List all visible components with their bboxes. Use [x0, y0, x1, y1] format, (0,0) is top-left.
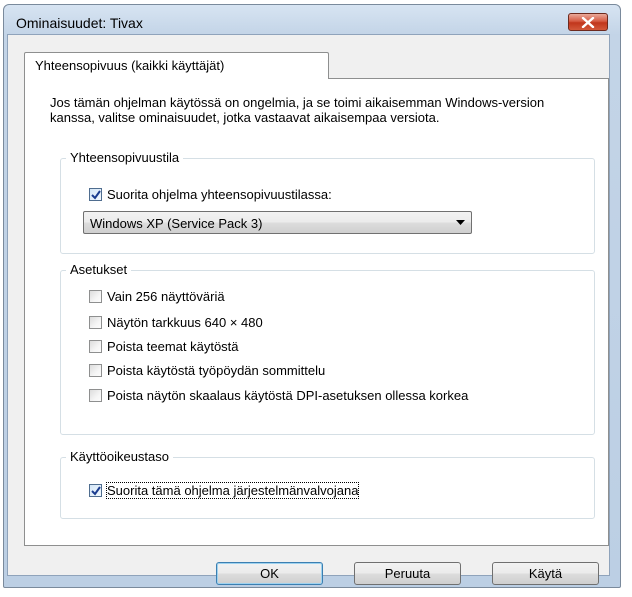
- compat-mode-checkbox-row[interactable]: Suorita ohjelma yhteensopivuustilassa:: [89, 187, 332, 202]
- compat-mode-group: [60, 158, 595, 254]
- run-as-admin-checkbox-row[interactable]: Suorita tämä ohjelma järjestelmänvalvoja…: [89, 482, 360, 499]
- compat-mode-checkbox-label: Suorita ohjelma yhteensopivuustilassa:: [107, 187, 332, 202]
- option-disable-themes[interactable]: Poista teemat käytöstä: [89, 339, 239, 354]
- description-text: Jos tämän ohjelman käytössä on ongelmia,…: [50, 95, 545, 125]
- option-disable-composition-label: Poista käytöstä työpöydän sommittelu: [107, 363, 326, 378]
- window-title: Ominaisuudet: Tivax: [16, 15, 143, 31]
- option-disable-themes-label: Poista teemat käytöstä: [107, 339, 239, 354]
- option-256-colors-label: Vain 256 näyttöväriä: [107, 289, 225, 304]
- apply-button[interactable]: Käytä: [492, 562, 599, 585]
- checkmark-icon: [91, 190, 101, 200]
- ok-button[interactable]: OK: [216, 562, 323, 585]
- tab-compatibility[interactable]: Yhteensopivuus (kaikki käyttäjät): [24, 52, 329, 79]
- cancel-button[interactable]: Peruuta: [354, 562, 461, 585]
- option-resolution-640-checkbox[interactable]: [89, 316, 102, 329]
- close-icon: [581, 16, 595, 28]
- option-disable-themes-checkbox[interactable]: [89, 340, 102, 353]
- compat-mode-checkbox[interactable]: [89, 188, 102, 201]
- compat-mode-group-label: Yhteensopivuustila: [66, 150, 184, 165]
- settings-group-label: Asetukset: [66, 262, 132, 277]
- option-256-colors[interactable]: Vain 256 näyttöväriä: [89, 289, 225, 304]
- option-resolution-640-label: Näytön tarkkuus 640 × 480: [107, 315, 263, 330]
- option-256-colors-checkbox[interactable]: [89, 290, 102, 303]
- windows-version-select[interactable]: Windows XP (Service Pack 3): [83, 211, 472, 234]
- option-resolution-640[interactable]: Näytön tarkkuus 640 × 480: [89, 315, 263, 330]
- windows-version-value: Windows XP (Service Pack 3): [90, 216, 263, 231]
- option-disable-dpi-scaling[interactable]: Poista näytön skaalaus käytöstä DPI-aset…: [89, 388, 569, 403]
- option-disable-composition[interactable]: Poista käytöstä työpöydän sommittelu: [89, 363, 325, 378]
- apply-button-label: Käytä: [528, 566, 563, 581]
- option-disable-dpi-scaling-checkbox[interactable]: [89, 389, 102, 402]
- run-as-admin-checkbox[interactable]: [89, 484, 102, 497]
- checkmark-icon: [91, 486, 101, 496]
- tab-label: Yhteensopivuus (kaikki käyttäjät): [35, 58, 225, 73]
- option-disable-composition-checkbox[interactable]: [89, 364, 102, 377]
- chevron-down-icon: [456, 220, 465, 225]
- run-as-admin-label: Suorita tämä ohjelma järjestelmänvalvoja…: [105, 482, 360, 499]
- option-disable-dpi-scaling-label: Poista näytön skaalaus käytöstä DPI-aset…: [107, 388, 469, 403]
- close-button[interactable]: [568, 13, 608, 31]
- privilege-level-group-label: Käyttöoikeustaso: [66, 449, 174, 464]
